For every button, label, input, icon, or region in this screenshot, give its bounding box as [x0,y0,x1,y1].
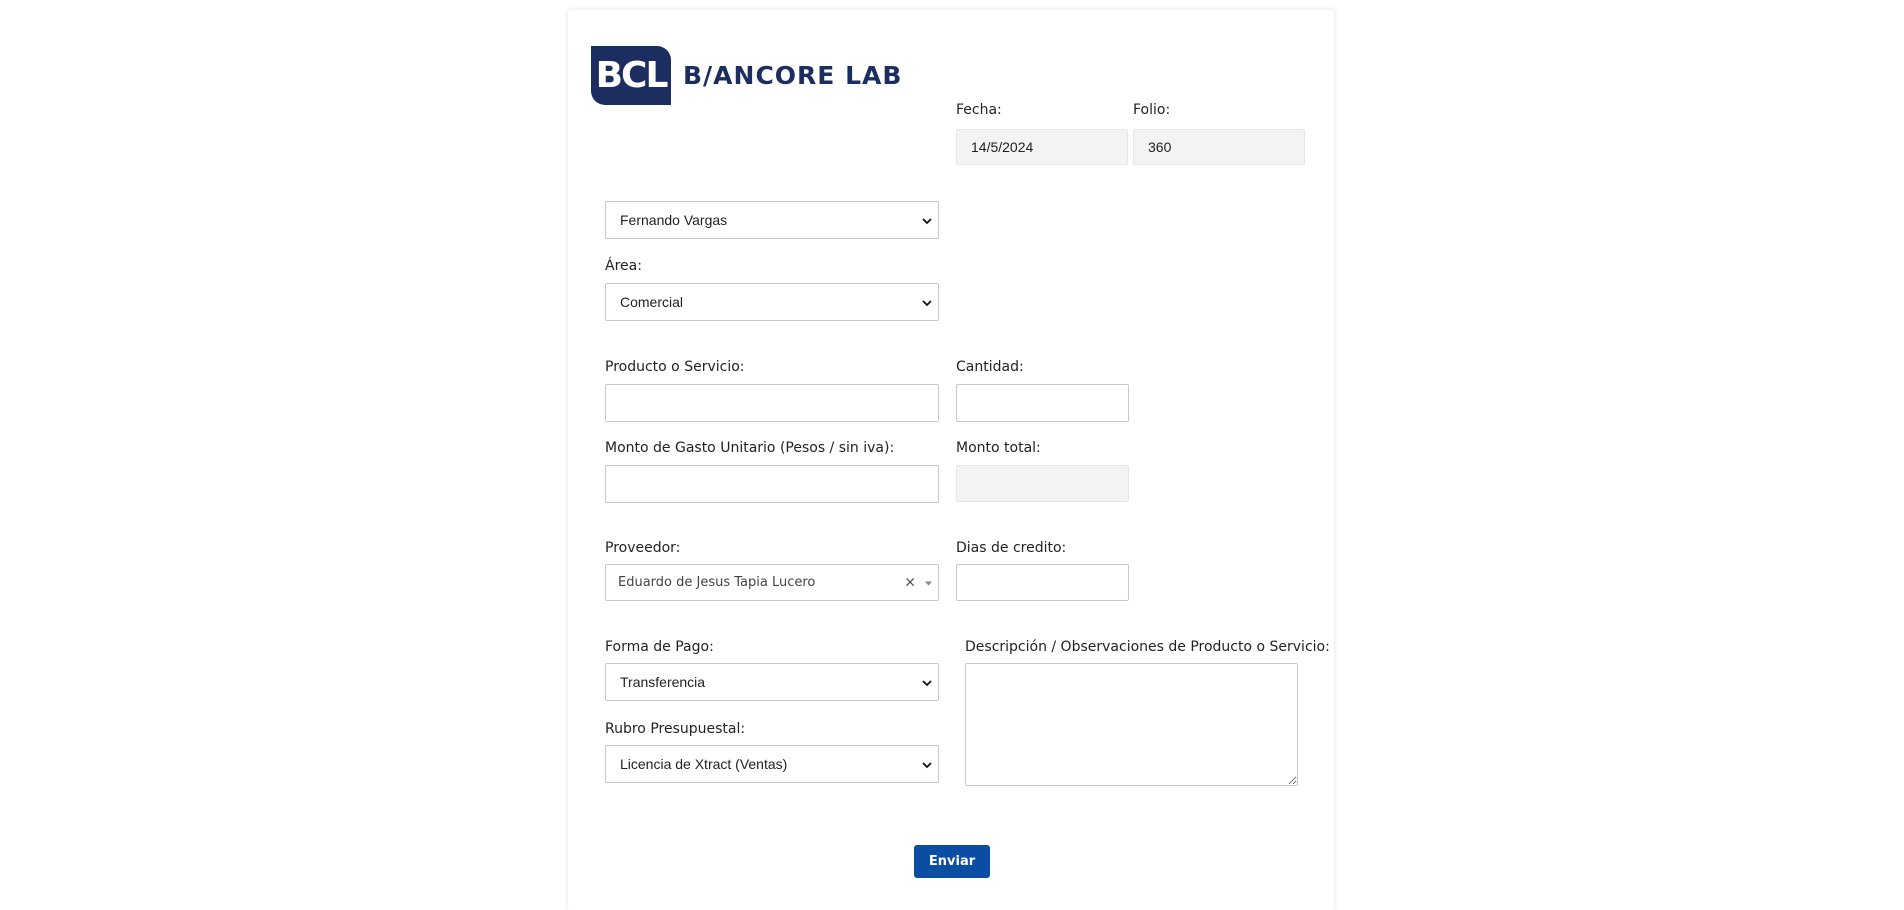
enviar-button[interactable]: Enviar [914,845,990,878]
descripcion-textarea[interactable] [965,663,1298,786]
chevron-down-icon [922,212,932,228]
folio-value: 360 [1148,139,1172,155]
folio-field: 360 [1133,129,1305,165]
monto-total-label: Monto total: [956,440,1041,456]
logo-wordmark: B/ANCORE LAB [683,60,903,90]
area-value: Comercial [620,294,684,310]
area-select[interactable]: Comercial [605,283,939,321]
fecha-field: 14/5/2024 [956,129,1128,165]
proveedor-select[interactable]: Eduardo de Jesus Tapia Lucero × [605,564,939,601]
descripcion-label: Descripción / Observaciones de Producto … [965,639,1330,655]
brand-logo: BCL B/ANCORE LAB [591,40,902,110]
caret-down-icon [925,578,932,587]
rubro-label: Rubro Presupuestal: [605,721,746,737]
fecha-value: 14/5/2024 [971,139,1034,155]
monto-unitario-label: Monto de Gasto Unitario (Pesos / sin iva… [605,440,895,456]
chevron-down-icon [922,294,932,310]
rubro-select[interactable]: Licencia de Xtract (Ventas) [605,745,939,783]
proveedor-label: Proveedor: [605,540,681,556]
fecha-label: Fecha: [956,102,1002,118]
producto-input[interactable] [605,384,939,422]
chevron-down-icon [922,756,932,772]
chevron-down-icon [922,674,932,690]
dias-credito-input[interactable] [956,564,1129,601]
logo-badge: BCL [591,45,671,105]
forma-pago-label: Forma de Pago: [605,639,714,655]
form-card: BCL B/ANCORE LAB Fecha: 14/5/2024 Folio:… [568,10,1334,910]
producto-label: Producto o Servicio: [605,359,745,375]
clear-icon[interactable]: × [904,574,916,590]
solicitante-select[interactable]: Fernando Vargas [605,201,939,239]
proveedor-value: Eduardo de Jesus Tapia Lucero [618,575,816,590]
cantidad-label: Cantidad: [956,359,1024,375]
solicitante-value: Fernando Vargas [620,212,728,228]
area-label: Área: [605,258,642,274]
rubro-value: Licencia de Xtract (Ventas) [620,756,788,772]
folio-label: Folio: [1133,102,1171,118]
forma-pago-select[interactable]: Transferencia [605,663,939,701]
cantidad-input[interactable] [956,384,1129,422]
monto-total-field [956,465,1129,502]
dias-credito-label: Dias de credito: [956,540,1067,556]
monto-unitario-input[interactable] [605,465,939,503]
forma-pago-value: Transferencia [620,674,706,690]
